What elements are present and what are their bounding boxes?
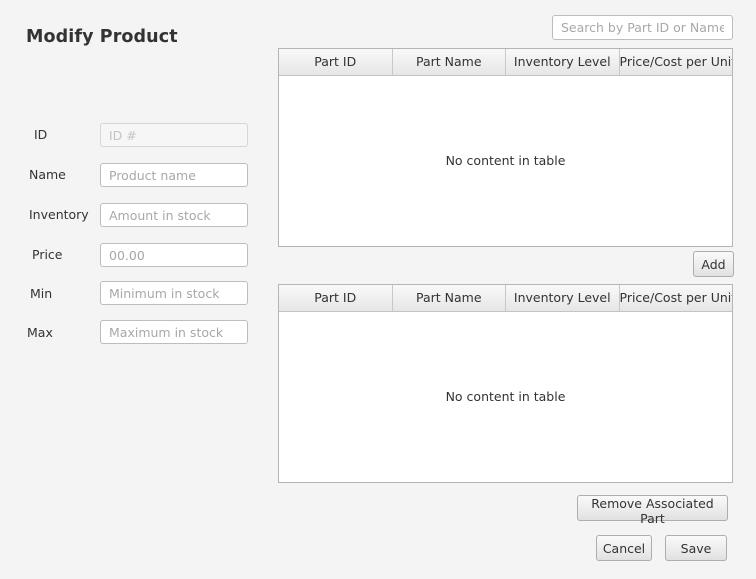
column-header-inventory-level[interactable]: Inventory Level — [506, 285, 620, 311]
max-label: Max — [27, 325, 53, 340]
max-field[interactable] — [100, 320, 248, 344]
column-header-price[interactable]: Price/Cost per Unit — [620, 285, 733, 311]
page-title: Modify Product — [26, 27, 178, 47]
empty-table-message: No content in table — [445, 153, 566, 168]
parts-table[interactable]: Part ID Part Name Inventory Level Price/… — [278, 48, 733, 247]
column-header-part-name[interactable]: Part Name — [393, 285, 506, 311]
min-field[interactable] — [100, 281, 248, 305]
cancel-button[interactable]: Cancel — [596, 535, 652, 561]
column-header-part-id[interactable]: Part ID — [279, 285, 393, 311]
associated-table-header: Part ID Part Name Inventory Level Price/… — [279, 285, 732, 312]
min-label: Min — [30, 286, 53, 301]
name-label: Name — [29, 167, 66, 182]
column-header-inventory-level[interactable]: Inventory Level — [506, 49, 620, 75]
remove-associated-part-button[interactable]: Remove Associated Part — [577, 495, 728, 526]
parts-table-header: Part ID Part Name Inventory Level Price/… — [279, 49, 732, 76]
name-field[interactable] — [100, 163, 248, 187]
price-field[interactable] — [100, 243, 248, 267]
inventory-field[interactable] — [100, 203, 248, 227]
part-search-input[interactable] — [552, 15, 733, 40]
save-button[interactable]: Save — [665, 535, 727, 561]
column-header-part-name[interactable]: Part Name — [393, 49, 506, 75]
column-header-part-id[interactable]: Part ID — [279, 49, 393, 75]
inventory-label: Inventory — [29, 207, 89, 222]
column-header-price[interactable]: Price/Cost per Unit — [620, 49, 733, 75]
id-label: ID — [34, 127, 48, 142]
id-field — [100, 123, 248, 147]
price-label: Price — [32, 247, 63, 262]
add-button[interactable]: Add — [693, 251, 734, 277]
empty-table-message: No content in table — [445, 389, 566, 404]
associated-parts-table[interactable]: Part ID Part Name Inventory Level Price/… — [278, 284, 733, 483]
